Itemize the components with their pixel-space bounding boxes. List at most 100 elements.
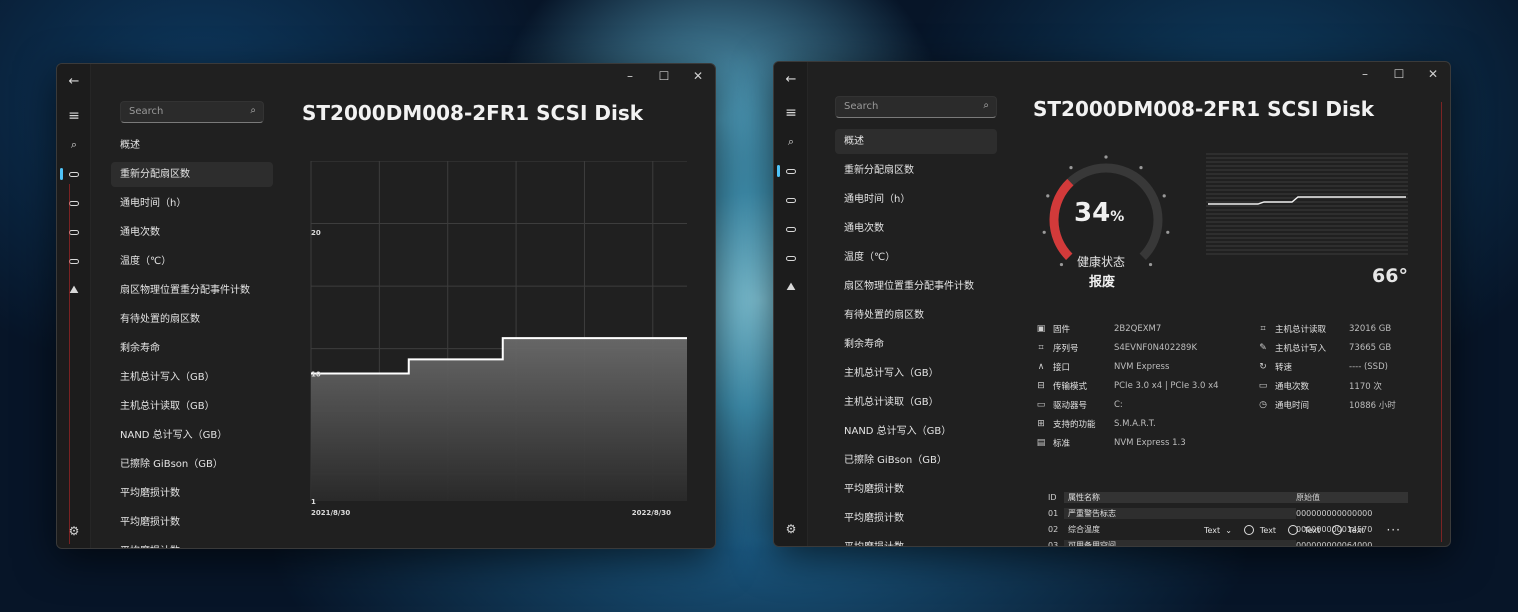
nav-item[interactable]: 主机总计读取（GB） — [835, 390, 997, 415]
nav-item[interactable]: 平均磨损计数 — [111, 481, 273, 506]
radio-label: Text — [1259, 525, 1277, 535]
smart-cell-id: 03 — [1048, 540, 1059, 547]
info-row: ✎ 主机总计写入 73665 GB — [1256, 338, 1391, 357]
close-button[interactable]: ✕ — [1416, 62, 1450, 86]
disk-icon[interactable] — [774, 218, 808, 240]
health-status-value: 报废 — [1089, 275, 1116, 290]
nav-item[interactable]: 通电次数 — [835, 216, 997, 241]
settings-gear-icon[interactable]: ⚙ — [774, 518, 808, 540]
smart-cell-name: 严重警告标志 — [1064, 507, 1296, 519]
menu-icon[interactable]: ≡ — [57, 105, 91, 127]
nav-item[interactable]: 扇区物理位置重分配事件计数 — [111, 278, 273, 303]
menu-icon[interactable]: ≡ — [774, 102, 808, 124]
gauge-fill — [1049, 178, 1074, 260]
nav-item[interactable]: 已擦除 GiBson（GB） — [835, 448, 997, 473]
info-row: ⊟ 传输模式 PCIe 3.0 x4 | PCIe 3.0 x4 — [1034, 376, 1218, 395]
table-row[interactable]: 01 严重警告标志 000000000000000 — [1038, 505, 1408, 521]
series-area — [311, 338, 687, 501]
nav-item[interactable]: 平均磨损计数 — [835, 535, 997, 546]
nav-item[interactable]: 通电次数 — [111, 220, 273, 245]
gauge-tick — [1059, 262, 1064, 267]
info-row: ▤ 标准 NVM Express 1.3 — [1034, 433, 1186, 452]
disk-icon[interactable] — [774, 189, 808, 211]
nav-item[interactable]: 主机总计读取（GB） — [111, 394, 273, 419]
chart-area-icon[interactable]: ⛰ — [774, 276, 808, 298]
gauge-tick — [1069, 166, 1073, 170]
nav-item[interactable]: 重新分配扇区数 — [111, 162, 273, 187]
close-button[interactable]: ✕ — [681, 64, 715, 88]
nav-item[interactable]: 有待处置的扇区数 — [111, 307, 273, 332]
nav-list: 概述重新分配扇区数 通电时间（h） 通电次数温度（℃） 扇区物理位置重分配事件计数 有待… — [111, 133, 273, 548]
nav-item[interactable]: 平均磨损计数 — [835, 506, 997, 531]
radio-option[interactable]: Text — [1243, 525, 1277, 535]
window-controls: – ☐ ✕ — [1348, 62, 1450, 86]
page-title: ST2000DM008-2FR1 SCSI Disk — [1033, 97, 1375, 121]
nav-item[interactable]: 通电时间（h） — [111, 191, 273, 216]
disk-icon[interactable] — [57, 250, 91, 272]
info-label: 序列号 — [1053, 343, 1079, 354]
nav-item[interactable]: 重新分配扇区数 — [835, 158, 997, 183]
disk-icon[interactable] — [57, 163, 91, 185]
bus-icon: ⊟ — [1037, 380, 1045, 391]
back-arrow-icon[interactable]: ← — [57, 70, 91, 92]
nav-item[interactable]: NAND 总计写入（GB） — [835, 419, 997, 444]
clock-icon: ◷ — [1259, 399, 1267, 410]
features-icon: ⊞ — [1037, 418, 1045, 429]
history-chart: 1 10 20 2021/8/30 2022/8/30 — [310, 161, 687, 517]
search-icon[interactable]: ⌕ — [774, 131, 808, 153]
nav-item[interactable]: 温度（℃） — [835, 245, 997, 270]
disk-icon[interactable] — [774, 160, 808, 182]
chart-area-icon[interactable]: ⛰ — [57, 279, 91, 301]
nav-item[interactable]: 平均磨损计数 — [111, 539, 273, 548]
info-row: ▭ 通电次数 1170 次 — [1256, 376, 1382, 395]
disk-icon[interactable] — [57, 192, 91, 214]
smart-table-header: ID 属性名称 原始值 — [1038, 489, 1408, 505]
x-tick-label: 2021/8/30 — [311, 509, 350, 517]
info-label: 支持的功能 — [1053, 419, 1096, 430]
nav-rail: ← ≡ ⌕ ⛰ ⚙ — [57, 64, 91, 548]
settings-gear-icon[interactable]: ⚙ — [57, 520, 91, 542]
search-icon[interactable]: ⌕ — [250, 105, 256, 116]
minimize-button[interactable]: – — [1348, 62, 1382, 86]
disk-icon[interactable] — [774, 247, 808, 269]
nav-item[interactable]: 温度（℃） — [111, 249, 273, 274]
nav-item[interactable]: 剩余寿命 — [111, 336, 273, 361]
nav-item[interactable]: NAND 总计写入（GB） — [111, 423, 273, 448]
nav-item[interactable]: 有待处置的扇区数 — [835, 303, 997, 328]
page-title: ST2000DM008-2FR1 SCSI Disk — [302, 101, 644, 125]
search-icon[interactable]: ⌕ — [983, 100, 989, 111]
back-arrow-icon[interactable]: ← — [774, 68, 808, 90]
health-percent: 34% — [1074, 198, 1124, 228]
nav-item[interactable]: 已擦除 GiBson（GB） — [111, 452, 273, 477]
nav-item[interactable]: 扇区物理位置重分配事件计数 — [835, 274, 997, 299]
nav-item[interactable]: 主机总计写入（GB） — [111, 365, 273, 390]
nav-item[interactable]: 平均磨损计数 — [111, 510, 273, 535]
drive-icon: ▭ — [1036, 399, 1046, 410]
gauge-tick — [1166, 230, 1170, 234]
disk-icon[interactable] — [57, 221, 91, 243]
maximize-button[interactable]: ☐ — [647, 64, 681, 88]
info-value: 10886 小时 — [1349, 400, 1396, 411]
nav-item[interactable]: 剩余寿命 — [835, 332, 997, 357]
nav-item[interactable]: 通电时间（h） — [835, 187, 997, 212]
search-icon[interactable]: ⌕ — [57, 134, 91, 156]
info-label: 转速 — [1275, 362, 1293, 373]
info-row: ↻ 转速 ---- (SSD) — [1256, 357, 1388, 376]
search-placeholder: Search — [844, 101, 879, 112]
nav-item[interactable]: 主机总计写入（GB） — [835, 361, 997, 386]
radio-option[interactable]: Text — [1332, 525, 1364, 535]
radio-option[interactable]: Text — [1288, 525, 1320, 535]
nav-item[interactable]: 概述 — [111, 133, 273, 158]
maximize-button[interactable]: ☐ — [1382, 62, 1416, 86]
nav-item[interactable]: 平均磨损计数 — [835, 477, 997, 502]
search-input[interactable]: Search ⌕ — [835, 96, 997, 118]
text-dropdown[interactable]: Text ⌄ — [1204, 526, 1232, 535]
radio-circle-icon — [1332, 525, 1343, 535]
minimize-button[interactable]: – — [613, 64, 647, 88]
nav-item[interactable]: 概述 — [835, 129, 997, 154]
search-input[interactable]: Search ⌕ — [120, 101, 264, 123]
more-options-button[interactable]: ··· — [1386, 523, 1400, 537]
smart-cell-name: 可用备用空间 — [1064, 539, 1296, 546]
y-tick-label: 20 — [311, 229, 321, 237]
nav-pane: Search ⌕ 概述重新分配扇区数 通电时间（h） 通电次数温度（℃） 扇区物理位置… — [93, 64, 281, 548]
